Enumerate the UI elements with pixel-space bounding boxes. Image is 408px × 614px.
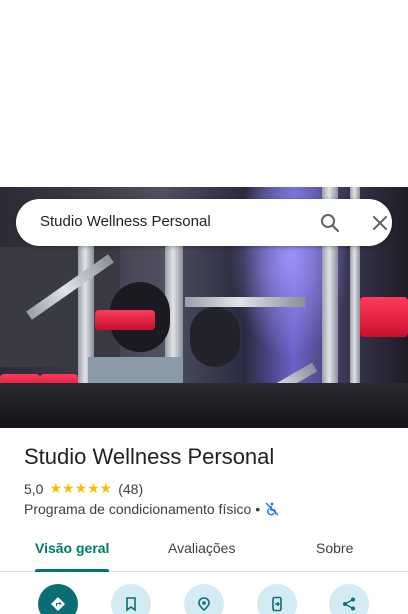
tab-overview[interactable]: Visão geral xyxy=(35,540,109,556)
rating-row[interactable]: 5,0 ★★★★★ (48) xyxy=(24,480,143,497)
separator-dot: • xyxy=(255,501,261,517)
place-title: Studio Wellness Personal xyxy=(24,444,275,469)
save-button[interactable] xyxy=(111,584,151,614)
send-to-phone-icon xyxy=(272,596,282,612)
rating-value: 5,0 xyxy=(24,480,44,497)
share-button[interactable] xyxy=(329,584,369,614)
close-icon[interactable] xyxy=(368,211,392,235)
nearby-button[interactable] xyxy=(184,584,224,614)
search-input[interactable]: Studio Wellness Personal xyxy=(40,213,211,230)
directions-button[interactable] xyxy=(38,584,78,614)
share-icon xyxy=(343,597,355,611)
search-bar[interactable]: Studio Wellness Personal xyxy=(16,199,392,246)
nearby-icon xyxy=(198,597,210,612)
no-wheelchair-access-icon xyxy=(264,501,280,517)
review-count[interactable]: (48) xyxy=(118,481,143,497)
tab-reviews[interactable]: Avaliações xyxy=(168,540,235,556)
category-row: Programa de condicionamento físico • xyxy=(24,501,280,517)
bookmark-icon xyxy=(126,597,136,612)
directions-icon xyxy=(51,597,65,611)
search-icon[interactable] xyxy=(318,211,342,235)
star-rating: ★★★★★ xyxy=(49,480,113,496)
active-tab-indicator xyxy=(35,569,109,572)
tab-bar: Visão geral Avaliações Sobre xyxy=(0,526,408,572)
place-category: Programa de condicionamento físico xyxy=(24,501,252,517)
tab-about[interactable]: Sobre xyxy=(316,540,353,556)
send-to-phone-button[interactable] xyxy=(257,584,297,614)
